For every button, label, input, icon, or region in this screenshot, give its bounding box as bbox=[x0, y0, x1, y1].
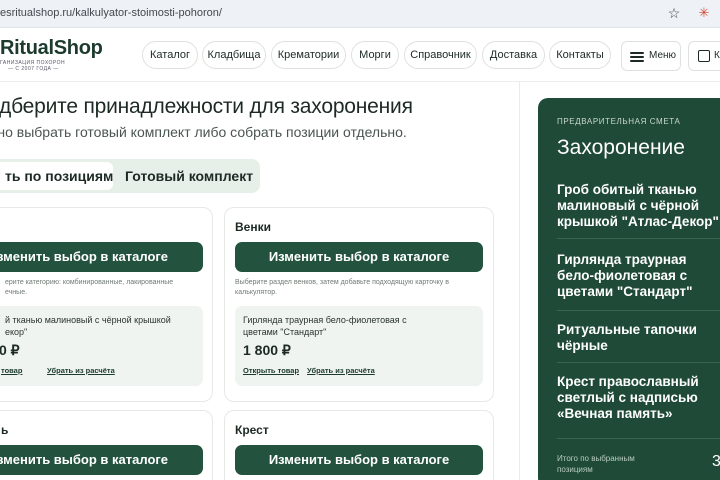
column-divider bbox=[519, 82, 520, 480]
card-title: Венки bbox=[235, 220, 271, 234]
estimate-item: Крест православный светлый с надписью «В… bbox=[557, 374, 699, 421]
extension-icon[interactable]: ✳ bbox=[696, 5, 712, 21]
card-title: ь bbox=[1, 423, 9, 437]
total-value: 3 bbox=[712, 453, 720, 470]
remove-from-calc-link[interactable]: Убрать из расчёта bbox=[47, 366, 115, 375]
item-name: й тканью малиновый с чёрной крышкой екор… bbox=[5, 315, 171, 337]
remove-from-calc-link[interactable]: Убрать из расчёта bbox=[307, 366, 375, 375]
selected-item: Гирлянда траурная бело-фиолетовая с цвет… bbox=[235, 306, 483, 386]
open-product-link[interactable]: Открыть товар bbox=[243, 366, 299, 375]
tab-ready-set[interactable]: Готовый комплект bbox=[125, 162, 253, 190]
estimate-title: Захоронение bbox=[557, 136, 685, 159]
card-hint: ерите категорию: комбинированные, лакиро… bbox=[5, 279, 174, 296]
star-icon[interactable]: ☆ bbox=[666, 5, 682, 21]
estimate-item: Гирлянда траурная бело-фиолетовая с цвет… bbox=[557, 252, 693, 299]
logo[interactable]: RitualShop ГАНИЗАЦИЯ ПОХОРОН — С 2007 ГО… bbox=[0, 38, 103, 72]
estimate-panel: ПРЕДВАРИТЕЛЬНАЯ СМЕТА Захоронение Гроб о… bbox=[538, 98, 720, 480]
estimate-divider bbox=[557, 362, 720, 363]
wreaths-card: Венки Изменить выбор в каталоге Выберите… bbox=[224, 207, 494, 402]
card-title: Крест bbox=[235, 423, 269, 437]
selected-item: й тканью малиновый с чёрной крышкой екор… bbox=[0, 306, 203, 386]
menu-label: Меню bbox=[649, 50, 677, 61]
change-selection-button[interactable]: зменить выбор в каталоге bbox=[0, 445, 203, 475]
change-selection-button[interactable]: Изменить выбор в каталоге bbox=[235, 445, 483, 475]
page-title: одберите принадлежности для захоронения bbox=[0, 95, 413, 118]
logo-since: — С 2007 ГОДА — bbox=[8, 66, 59, 72]
map-label: К bbox=[714, 50, 720, 61]
page: esritualshop.ru/kalkulyator-stoimosti-po… bbox=[0, 0, 720, 480]
item-name: Гирлянда траурная бело-фиолетовая с цвет… bbox=[243, 315, 407, 337]
open-product-link[interactable]: товар bbox=[1, 366, 22, 375]
coffin-card: зменить выбор в каталоге ерите категорию… bbox=[0, 207, 213, 402]
url-field[interactable]: esritualshop.ru/kalkulyator-stoimosti-po… bbox=[0, 7, 222, 19]
hamburger-icon bbox=[630, 52, 644, 62]
slippers-card: ь зменить выбор в каталоге bbox=[0, 410, 213, 480]
nav-contacts[interactable]: Контакты bbox=[549, 41, 611, 69]
nav-morgues[interactable]: Морги bbox=[351, 41, 399, 69]
change-selection-button[interactable]: Изменить выбор в каталоге bbox=[235, 242, 483, 272]
estimate-divider bbox=[557, 238, 720, 239]
estimate-item: Ритуальные тапочки чёрные bbox=[557, 322, 697, 353]
estimate-kicker: ПРЕДВАРИТЕЛЬНАЯ СМЕТА bbox=[557, 117, 681, 126]
nav-catalog[interactable]: Каталог bbox=[142, 41, 198, 69]
browser-address-bar: esritualshop.ru/kalkulyator-stoimosti-po… bbox=[0, 0, 720, 28]
change-selection-button[interactable]: зменить выбор в каталоге bbox=[0, 242, 203, 272]
nav-crematoriums[interactable]: Крематории bbox=[271, 41, 346, 69]
item-price: 0 ₽ bbox=[0, 342, 20, 358]
mode-tabs: ть по позициям Готовый комплект bbox=[0, 159, 260, 193]
nav-delivery[interactable]: Доставка bbox=[482, 41, 545, 69]
map-button[interactable]: К bbox=[688, 41, 720, 71]
nav-directory[interactable]: Справочник bbox=[404, 41, 477, 69]
estimate-divider bbox=[557, 310, 720, 311]
estimate-item: Гроб обитый тканью малиновый с чёрной кр… bbox=[557, 182, 719, 229]
total-label: Итого по выбранным позициям bbox=[557, 454, 635, 474]
logo-name: RitualShop bbox=[0, 37, 103, 59]
menu-button[interactable]: Меню bbox=[621, 41, 681, 71]
item-price: 1 800 ₽ bbox=[243, 342, 291, 358]
card-hint: Выберите раздел венков, затем добавьте п… bbox=[235, 279, 449, 296]
cross-card: Крест Изменить выбор в каталоге bbox=[224, 410, 494, 480]
site-header: RitualShop ГАНИЗАЦИЯ ПОХОРОН — С 2007 ГО… bbox=[0, 28, 720, 82]
map-icon bbox=[698, 50, 710, 62]
nav-cemeteries[interactable]: Кладбища bbox=[202, 41, 266, 69]
tab-by-positions[interactable]: ть по позициям bbox=[0, 162, 113, 190]
page-subtitle: жно выбрать готовый комплект либо собрат… bbox=[0, 124, 407, 140]
estimate-divider bbox=[557, 438, 720, 439]
